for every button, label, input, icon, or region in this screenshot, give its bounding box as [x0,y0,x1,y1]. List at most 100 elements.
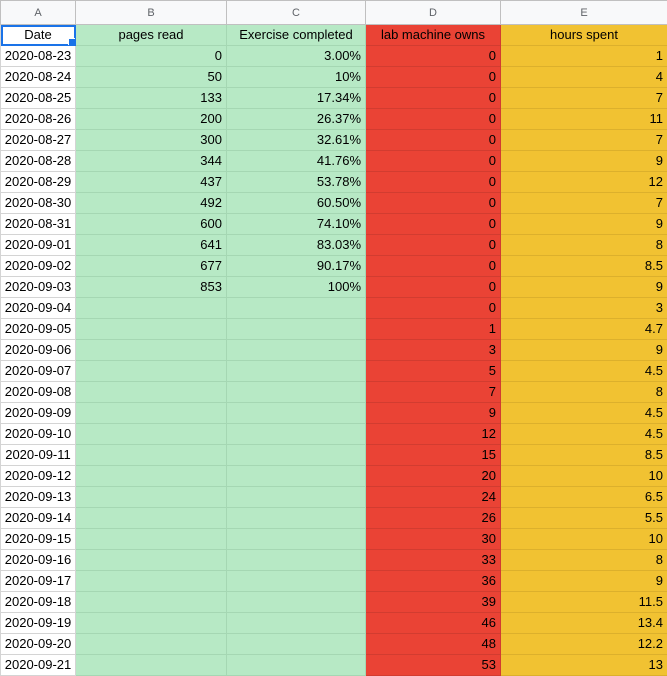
exercise-completed-cell[interactable] [226,507,366,529]
hours-spent-cell[interactable]: 8.5 [500,444,667,466]
hours-spent-cell[interactable]: 7 [500,192,667,214]
exercise-completed-cell[interactable]: 17.34% [226,87,366,109]
hours-spent-cell[interactable]: 6.5 [500,486,667,508]
lab-machine-owns-cell[interactable]: 0 [365,129,501,151]
date-cell[interactable]: 2020-09-13 [0,486,76,508]
date-cell[interactable]: 2020-09-12 [0,465,76,487]
lab-machine-owns-cell[interactable]: 0 [365,297,501,319]
exercise-completed-cell[interactable] [226,633,366,655]
exercise-completed-cell[interactable] [226,318,366,340]
lab-machine-owns-cell[interactable]: 0 [365,192,501,214]
lab-machine-owns-cell[interactable]: 33 [365,549,501,571]
exercise-completed-cell[interactable] [226,486,366,508]
date-cell[interactable]: 2020-08-25 [0,87,76,109]
header-cell-pages-read[interactable]: pages read [75,24,227,46]
date-cell[interactable]: 2020-09-06 [0,339,76,361]
hours-spent-cell[interactable]: 4 [500,66,667,88]
lab-machine-owns-cell[interactable]: 3 [365,339,501,361]
hours-spent-cell[interactable]: 9 [500,570,667,592]
pages-read-cell[interactable] [75,633,227,655]
date-cell[interactable]: 2020-08-26 [0,108,76,130]
lab-machine-owns-cell[interactable]: 53 [365,654,501,676]
exercise-completed-cell[interactable] [226,612,366,634]
column-header-c[interactable]: C [226,0,366,25]
pages-read-cell[interactable]: 344 [75,150,227,172]
hours-spent-cell[interactable]: 4.5 [500,402,667,424]
hours-spent-cell[interactable]: 11.5 [500,591,667,613]
date-cell[interactable]: 2020-09-21 [0,654,76,676]
lab-machine-owns-cell[interactable]: 20 [365,465,501,487]
hours-spent-cell[interactable]: 4.5 [500,360,667,382]
fill-handle[interactable] [68,38,75,45]
pages-read-cell[interactable]: 50 [75,66,227,88]
date-cell[interactable]: 2020-09-20 [0,633,76,655]
exercise-completed-cell[interactable]: 3.00% [226,45,366,67]
lab-machine-owns-cell[interactable]: 0 [365,108,501,130]
exercise-completed-cell[interactable] [226,570,366,592]
lab-machine-owns-cell[interactable]: 1 [365,318,501,340]
date-cell[interactable]: 2020-08-30 [0,192,76,214]
exercise-completed-cell[interactable] [226,381,366,403]
lab-machine-owns-cell[interactable]: 12 [365,423,501,445]
header-cell-lab-machine-owns[interactable]: lab machine owns [365,24,501,46]
exercise-completed-cell[interactable] [226,297,366,319]
date-cell[interactable]: 2020-09-04 [0,297,76,319]
date-cell[interactable]: 2020-09-07 [0,360,76,382]
pages-read-cell[interactable] [75,612,227,634]
pages-read-cell[interactable] [75,507,227,529]
date-cell[interactable]: 2020-08-24 [0,66,76,88]
date-cell[interactable]: 2020-08-28 [0,150,76,172]
lab-machine-owns-cell[interactable]: 36 [365,570,501,592]
lab-machine-owns-cell[interactable]: 0 [365,150,501,172]
pages-read-cell[interactable]: 437 [75,171,227,193]
column-header-d[interactable]: D [365,0,501,25]
pages-read-cell[interactable] [75,549,227,571]
lab-machine-owns-cell[interactable]: 15 [365,444,501,466]
exercise-completed-cell[interactable]: 83.03% [226,234,366,256]
lab-machine-owns-cell[interactable]: 48 [365,633,501,655]
hours-spent-cell[interactable]: 8 [500,234,667,256]
date-cell[interactable]: 2020-09-18 [0,591,76,613]
lab-machine-owns-cell[interactable]: 30 [365,528,501,550]
hours-spent-cell[interactable]: 5.5 [500,507,667,529]
date-cell[interactable]: 2020-09-16 [0,549,76,571]
lab-machine-owns-cell[interactable]: 26 [365,507,501,529]
hours-spent-cell[interactable]: 8 [500,549,667,571]
pages-read-cell[interactable] [75,423,227,445]
exercise-completed-cell[interactable] [226,339,366,361]
date-cell[interactable]: 2020-09-02 [0,255,76,277]
exercise-completed-cell[interactable]: 10% [226,66,366,88]
hours-spent-cell[interactable]: 13.4 [500,612,667,634]
hours-spent-cell[interactable]: 12.2 [500,633,667,655]
pages-read-cell[interactable] [75,528,227,550]
date-cell[interactable]: 2020-09-11 [0,444,76,466]
hours-spent-cell[interactable]: 9 [500,339,667,361]
column-header-b[interactable]: B [75,0,227,25]
date-cell[interactable]: 2020-09-10 [0,423,76,445]
header-cell-date[interactable]: Date [0,24,76,46]
date-cell[interactable]: 2020-09-19 [0,612,76,634]
lab-machine-owns-cell[interactable]: 0 [365,45,501,67]
exercise-completed-cell[interactable] [226,423,366,445]
pages-read-cell[interactable] [75,339,227,361]
lab-machine-owns-cell[interactable]: 46 [365,612,501,634]
pages-read-cell[interactable] [75,402,227,424]
hours-spent-cell[interactable]: 8 [500,381,667,403]
hours-spent-cell[interactable]: 9 [500,150,667,172]
exercise-completed-cell[interactable]: 100% [226,276,366,298]
lab-machine-owns-cell[interactable]: 0 [365,276,501,298]
date-cell[interactable]: 2020-09-09 [0,402,76,424]
lab-machine-owns-cell[interactable]: 7 [365,381,501,403]
date-cell[interactable]: 2020-09-15 [0,528,76,550]
pages-read-cell[interactable] [75,654,227,676]
exercise-completed-cell[interactable]: 60.50% [226,192,366,214]
date-cell[interactable]: 2020-09-03 [0,276,76,298]
exercise-completed-cell[interactable]: 53.78% [226,171,366,193]
date-cell[interactable]: 2020-09-14 [0,507,76,529]
lab-machine-owns-cell[interactable]: 5 [365,360,501,382]
exercise-completed-cell[interactable] [226,591,366,613]
hours-spent-cell[interactable]: 13 [500,654,667,676]
hours-spent-cell[interactable]: 4.5 [500,423,667,445]
lab-machine-owns-cell[interactable]: 24 [365,486,501,508]
column-header-e[interactable]: E [500,0,667,25]
